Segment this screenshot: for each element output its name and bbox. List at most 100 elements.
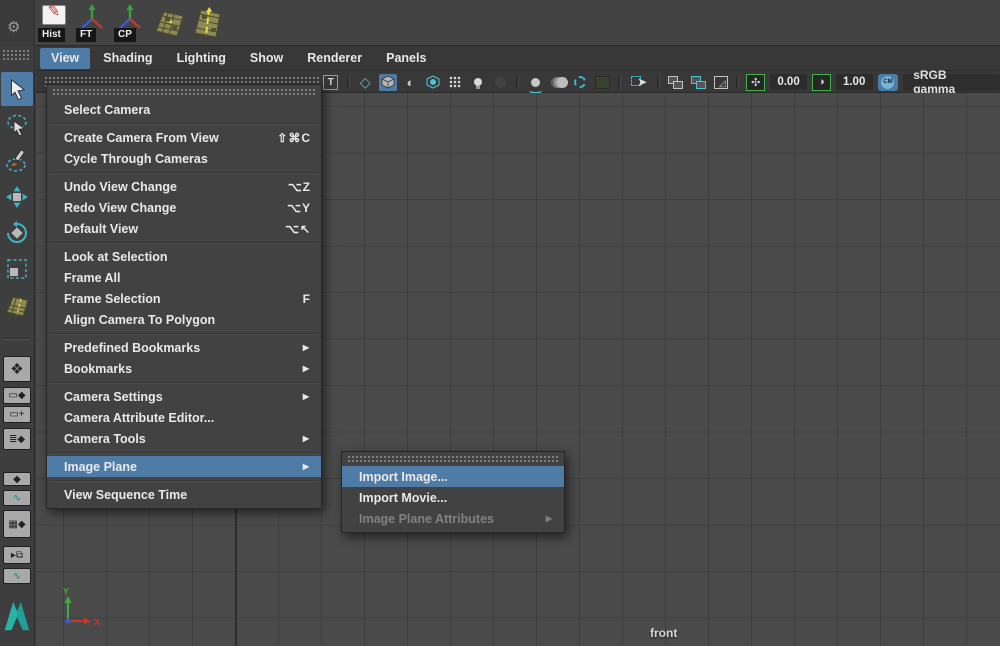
layout-glyph: ❖	[10, 360, 23, 378]
paint-select-tool-button[interactable]	[1, 144, 33, 178]
exposure-field[interactable]: 0.00	[770, 74, 807, 90]
menu-show[interactable]: Show	[239, 48, 294, 69]
layout-single-pane-button[interactable]: ◆	[3, 472, 31, 486]
layout-glyph: ▭◆	[8, 390, 25, 401]
pop-out-panel-icon[interactable]: ◿	[712, 74, 730, 91]
menu-item-view-sequence-time[interactable]: View Sequence Time	[47, 484, 321, 505]
menu-panels[interactable]: Panels	[375, 48, 437, 69]
menu-tearoff-handle[interactable]	[347, 455, 559, 464]
gear-icon[interactable]: ⚙	[7, 18, 20, 36]
shortcut-label: ⌥Z	[288, 180, 311, 194]
select-by-type-button[interactable]: T	[322, 74, 340, 91]
lasso-tool-button[interactable]	[1, 108, 33, 142]
menu-item-import-image[interactable]: Import Image...	[342, 466, 564, 487]
layout-glyph: ▭+	[9, 409, 24, 420]
layout-add-pane-button[interactable]: ▭+	[3, 406, 31, 423]
layout-two-pane-button[interactable]: ▭◆	[3, 387, 31, 404]
camera-name-label: front	[650, 626, 677, 640]
pane-stack-teal-icon[interactable]	[689, 74, 707, 91]
menu-item-select-camera[interactable]: Select Camera	[47, 99, 321, 120]
shelf-item-label: FT	[76, 28, 96, 42]
menu-item-look-at-selection[interactable]: Look at Selection	[47, 246, 321, 267]
menu-item-bookmarks[interactable]: Bookmarks▶	[47, 358, 321, 379]
gamma-icon[interactable]: ◑	[812, 74, 831, 91]
menu-tearoff-handle[interactable]	[52, 88, 316, 97]
menu-item-default-view[interactable]: Default View⌥↖	[47, 218, 321, 239]
menu-item-frame-all[interactable]: Frame All	[47, 267, 321, 288]
shelf-item-ft[interactable]: FT	[76, 4, 109, 42]
menu-renderer[interactable]: Renderer	[296, 48, 373, 69]
motion-blur-icon[interactable]	[549, 74, 567, 91]
layout-four-view-button[interactable]: ❖	[3, 356, 31, 382]
menu-item-undo-view-change[interactable]: Undo View Change⌥Z	[47, 176, 321, 197]
textured-display-icon[interactable]	[424, 74, 442, 91]
wireframe-display-icon[interactable]: ◇	[357, 74, 375, 91]
maya-logo[interactable]	[2, 596, 32, 641]
shadows-icon[interactable]	[492, 74, 510, 91]
layout-hypershade-button[interactable]: ▦◆	[3, 510, 31, 538]
toolbox-separator	[3, 338, 30, 340]
shelf-item-textured-mesh-axis[interactable]	[188, 4, 226, 42]
menu-lighting[interactable]: Lighting	[166, 48, 237, 69]
shelf-item-cp[interactable]: CP	[114, 4, 147, 42]
menu-separator	[47, 169, 321, 176]
menu-item-create-camera-from-view[interactable]: Create Camera From View⇧⌘C	[47, 127, 321, 148]
paint-brush-icon	[5, 149, 29, 173]
gamma-field[interactable]: 1.00	[836, 74, 873, 90]
ambient-occlusion-icon[interactable]	[526, 74, 544, 91]
layout-curve-glyph: ∿	[13, 571, 21, 582]
submenu-arrow-icon: ▶	[303, 392, 311, 401]
move-tool-button[interactable]	[1, 180, 33, 214]
menu-item-predefined-bookmarks[interactable]: Predefined Bookmarks▶	[47, 337, 321, 358]
shelf-item-hist[interactable]: ✎ Hist	[38, 4, 71, 42]
shelf-item-textured-mesh[interactable]	[150, 4, 188, 42]
menu-item-camera-settings[interactable]: Camera Settings▶	[47, 386, 321, 407]
layout-persp-graph-button[interactable]: ∿	[3, 490, 31, 506]
menu-item-import-movie[interactable]: Import Movie...	[342, 487, 564, 508]
toolbox-grip-handle[interactable]	[2, 49, 30, 60]
color-management-icon[interactable]: CM	[878, 74, 898, 91]
menu-item-image-plane[interactable]: Image Plane▶	[47, 456, 321, 477]
wireframe-on-shaded-icon[interactable]: ◐	[402, 74, 420, 91]
toolbar-separator	[736, 75, 739, 89]
layout-node-editor-button[interactable]: ▸⧉	[3, 546, 31, 564]
select-cursor-icon	[6, 78, 28, 100]
lighting-icon[interactable]	[469, 74, 487, 91]
shaded-display-icon[interactable]	[379, 74, 397, 91]
rotate-tool-button[interactable]	[1, 216, 33, 250]
use-default-material-icon[interactable]	[447, 74, 465, 91]
colorspace-dropdown[interactable]: sRGB gamma	[903, 74, 1000, 91]
toolbar-separator	[657, 75, 660, 89]
layout-profiler-button[interactable]: ∿	[3, 568, 31, 584]
last-used-tool-button[interactable]	[1, 288, 33, 322]
anti-aliasing-icon[interactable]	[571, 74, 589, 91]
menu-item-frame-selection[interactable]: Frame SelectionF	[47, 288, 321, 309]
menu-separator	[47, 330, 321, 337]
select-tool-button[interactable]	[1, 72, 33, 106]
menu-item-camera-tools[interactable]: Camera Tools▶	[47, 428, 321, 449]
panel-menubar: View Shading Lighting Show Renderer Pane…	[36, 46, 1000, 71]
shelf-item-label: Hist	[38, 28, 65, 42]
exposure-icon[interactable]: ✣	[746, 74, 765, 91]
menu-item-camera-attribute-editor[interactable]: Camera Attribute Editor...	[47, 407, 321, 428]
layout-outliner-persp-button[interactable]: ≣◆	[3, 428, 31, 450]
toolbar-separator	[347, 75, 350, 89]
object-selection-mask-icon[interactable]: ➤	[628, 74, 649, 91]
menu-shading[interactable]: Shading	[92, 48, 163, 69]
image-plane-submenu-popup: Import Image... Import Movie... Image Pl…	[341, 451, 565, 533]
shortcut-label: F	[303, 292, 311, 306]
menu-view[interactable]: View	[40, 48, 90, 69]
toolbox: ❖ ▭◆ ▭+ ≣◆ ◆ ∿ ▦◆ ▸⧉ ∿	[0, 46, 35, 646]
submenu-arrow-icon: ▶	[303, 462, 311, 471]
menu-item-redo-view-change[interactable]: Redo View Change⌥Y	[47, 197, 321, 218]
shelf: ⚙ ✎ Hist FT	[0, 0, 1000, 46]
layout-glyph: ◆	[13, 474, 21, 485]
shelf-left-strip: ⚙	[0, 0, 35, 46]
menu-item-align-camera-to-polygon[interactable]: Align Camera To Polygon	[47, 309, 321, 330]
scale-tool-button[interactable]	[1, 252, 33, 286]
pane-stack-icon[interactable]	[667, 74, 685, 91]
menu-item-cycle-through-cameras[interactable]: Cycle Through Cameras	[47, 148, 321, 169]
shelf-item-label: CP	[114, 28, 136, 42]
toolbar-separator	[618, 75, 621, 89]
transparency-mode-icon[interactable]	[594, 74, 612, 91]
